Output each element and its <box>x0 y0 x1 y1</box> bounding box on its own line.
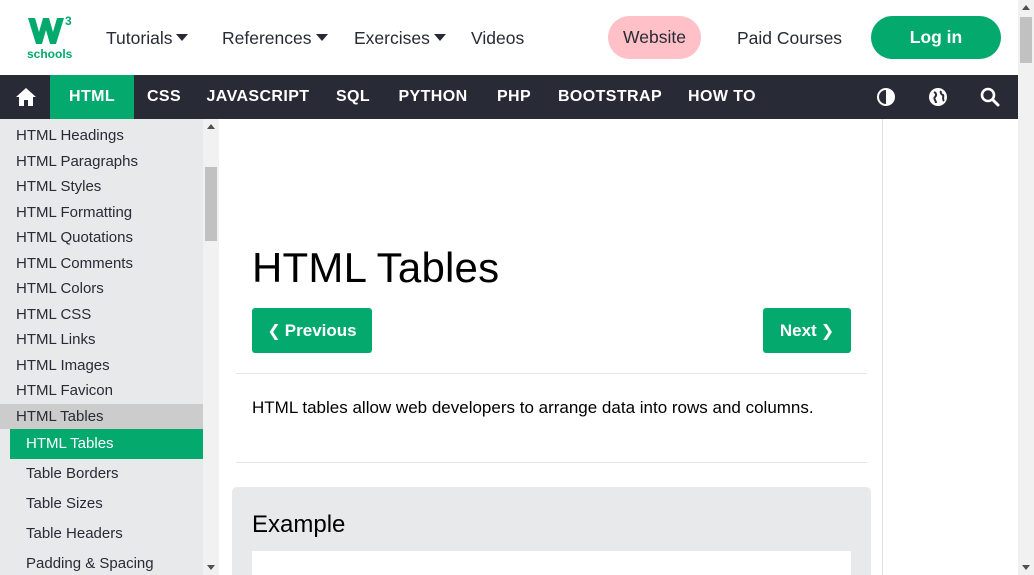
login-button[interactable]: Log in <box>871 16 1001 59</box>
sidebar-item-headings[interactable]: HTML Headings <box>0 123 203 149</box>
sidebar-subitem-table-borders[interactable]: Table Borders <box>10 459 203 489</box>
divider <box>236 373 867 374</box>
scroll-up-arrow-icon[interactable] <box>207 124 215 129</box>
window-scroll-thumb[interactable] <box>1020 17 1032 63</box>
sidebar-subitem-table-headers[interactable]: Table Headers <box>10 519 203 549</box>
sidebar-scroll-thumb[interactable] <box>205 167 217 241</box>
sidebar-item-colors[interactable]: HTML Colors <box>0 276 203 302</box>
chevron-right-icon: ❯ <box>820 322 835 340</box>
sidebar-item-comments[interactable]: HTML Comments <box>0 251 203 277</box>
videos-link[interactable]: Videos <box>471 26 524 50</box>
sidebar-item-tables[interactable]: HTML Tables <box>0 403 203 429</box>
example-title: Example <box>252 511 346 538</box>
chevron-left-icon: ❮ <box>267 322 281 340</box>
topic-python[interactable]: PYTHON <box>384 75 482 119</box>
topic-navigation-bar: HTML CSS JAVASCRIPT SQL PYTHON PHP BOOTS… <box>0 75 1018 119</box>
contrast-icon[interactable] <box>866 75 906 119</box>
scroll-up-arrow-icon[interactable] <box>1022 5 1030 10</box>
logo-superscript: 3 <box>65 14 72 28</box>
tutorials-menu[interactable]: Tutorials <box>106 26 189 50</box>
sidebar-subitem-table-sizes[interactable]: Table Sizes <box>10 489 203 519</box>
next-label: Next <box>779 320 817 340</box>
page-title: HTML Tables <box>252 244 500 291</box>
sidebar-subitem-padding-spacing[interactable]: Padding & Spacing <box>10 549 203 575</box>
website-button[interactable]: Website <box>608 16 701 59</box>
topic-bootstrap[interactable]: BOOTSTRAP <box>546 75 674 119</box>
top-navigation-bar: 3 schools Tutorials References Exercises… <box>0 0 1018 75</box>
topic-how-to[interactable]: HOW TO <box>674 75 770 119</box>
example-box: Example <box>232 487 871 575</box>
window-scrollbar[interactable] <box>1018 0 1034 575</box>
exercises-label: Exercises <box>354 28 430 48</box>
exercises-menu[interactable]: Exercises <box>354 26 446 50</box>
caret-down-icon <box>433 34 446 41</box>
topic-html[interactable]: HTML <box>50 75 134 119</box>
sidebar-item-formatting[interactable]: HTML Formatting <box>0 200 203 226</box>
sidebar-item-styles[interactable]: HTML Styles <box>0 174 203 200</box>
globe-icon[interactable] <box>918 75 958 119</box>
caret-down-icon <box>176 34 189 41</box>
logo-text: schools <box>27 47 73 61</box>
w3schools-logo[interactable]: 3 schools <box>26 14 76 62</box>
sidebar-list: HTML Headings HTML Paragraphs HTML Style… <box>0 119 203 575</box>
caret-down-icon <box>315 34 328 41</box>
sidebar-subitem-html-tables[interactable]: HTML Tables <box>10 429 203 459</box>
scroll-down-arrow-icon[interactable] <box>1022 565 1030 570</box>
intro-paragraph: HTML tables allow web developers to arra… <box>252 398 814 417</box>
home-icon[interactable] <box>6 75 46 119</box>
topic-css[interactable]: CSS <box>134 75 194 119</box>
topic-sql[interactable]: SQL <box>322 75 384 119</box>
sidebar-item-links[interactable]: HTML Links <box>0 327 203 353</box>
references-label: References <box>222 28 312 48</box>
sidebar-item-images[interactable]: HTML Images <box>0 353 203 379</box>
tutorials-label: Tutorials <box>106 28 173 48</box>
scroll-down-arrow-icon[interactable] <box>207 565 215 570</box>
sidebar-item-css[interactable]: HTML CSS <box>0 302 203 328</box>
topic-javascript[interactable]: JAVASCRIPT <box>194 75 322 119</box>
sidebar-item-quotations[interactable]: HTML Quotations <box>0 225 203 251</box>
sidebar-item-paragraphs[interactable]: HTML Paragraphs <box>0 149 203 175</box>
topic-php[interactable]: PHP <box>482 75 546 119</box>
example-code-area <box>252 551 851 575</box>
references-menu[interactable]: References <box>222 26 328 50</box>
paid-courses-link[interactable]: Paid Courses <box>737 26 842 50</box>
sidebar-item-favicon[interactable]: HTML Favicon <box>0 378 203 404</box>
search-icon[interactable] <box>970 75 1010 119</box>
main-content: HTML Tables ❮ Previous Next ❯ HTML table… <box>219 119 883 575</box>
previous-label: Previous <box>284 320 357 340</box>
sidebar-scrollbar[interactable] <box>203 119 219 575</box>
next-button[interactable]: Next ❯ <box>763 308 851 353</box>
divider <box>236 462 867 463</box>
sidebar: HTML Headings HTML Paragraphs HTML Style… <box>0 119 219 575</box>
previous-button[interactable]: ❮ Previous <box>252 308 372 353</box>
